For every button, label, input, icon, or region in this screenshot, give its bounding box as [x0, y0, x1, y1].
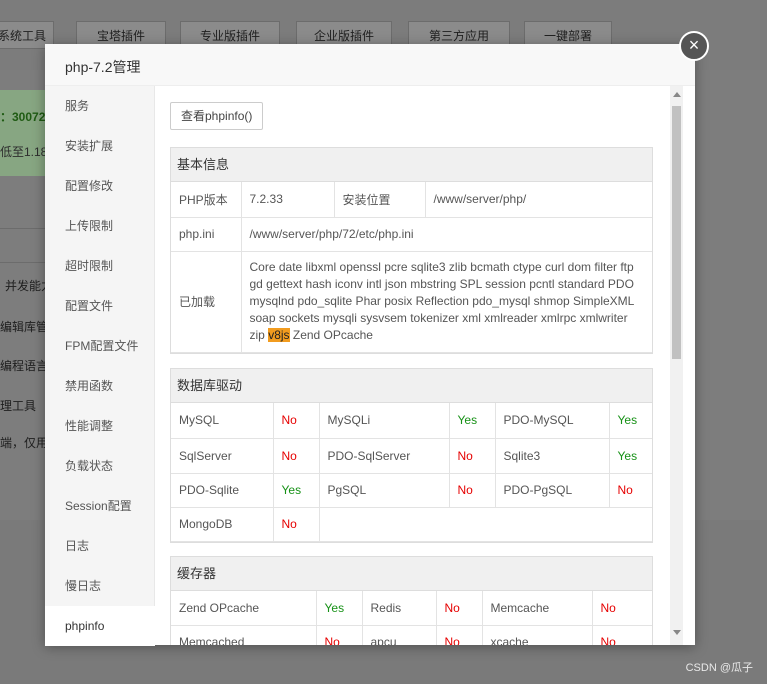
background-promo-value: ：30072	[0, 110, 46, 124]
driver-status: No	[272, 437, 320, 474]
cache-status: No	[315, 624, 363, 645]
cache-status: No	[435, 624, 483, 645]
sidebar-item-fpm-config[interactable]: FPM配置文件	[45, 326, 155, 366]
sidebar-item-install-extensions[interactable]: 安装扩展	[45, 126, 155, 166]
dialog-content: 查看phpinfo() 基本信息 PHP版本 7.2.33 安装位置 /www/…	[155, 86, 695, 645]
dialog-header: php-7.2管理	[45, 44, 695, 86]
basic-info-panel: 基本信息 PHP版本 7.2.33 安装位置 /www/server/php/ …	[170, 147, 653, 354]
driver-name: MySQL	[171, 403, 274, 439]
cache-name: Zend OPcache	[171, 591, 317, 626]
php-version-label: PHP版本	[171, 182, 242, 218]
sidebar-item-performance[interactable]: 性能调整	[45, 406, 155, 446]
sidebar-item-log[interactable]: 日志	[45, 526, 155, 566]
close-icon[interactable]: ×	[679, 31, 709, 61]
dialog-sidebar: 服务 安装扩展 配置修改 上传限制 超时限制 配置文件 FPM配置文件 禁用函数…	[45, 86, 155, 646]
driver-status: Yes	[448, 403, 496, 439]
highlighted-extension: v8js	[268, 328, 290, 342]
empty-cell	[318, 506, 652, 542]
sidebar-item-disabled-functions[interactable]: 禁用函数	[45, 366, 155, 406]
loaded-label: 已加载	[171, 250, 242, 353]
loaded-extensions: Core date libxml openssl pcre sqlite3 zl…	[240, 250, 652, 353]
sidebar-item-load-status[interactable]: 负载状态	[45, 446, 155, 486]
cache-name: Memcache	[481, 591, 593, 626]
sidebar-item-session-config[interactable]: Session配置	[45, 486, 155, 526]
driver-status: No	[448, 437, 496, 474]
driver-status: No	[448, 472, 496, 508]
install-path-value: /www/server/php/	[424, 182, 652, 218]
scrollbar-thumb[interactable]	[672, 106, 681, 359]
basic-info-table: PHP版本 7.2.33 安装位置 /www/server/php/ php.i…	[171, 182, 652, 353]
watermark: CSDN @瓜子	[685, 662, 753, 674]
driver-status: Yes	[272, 472, 320, 508]
driver-name: MySQLi	[318, 403, 450, 439]
dialog-title: php-7.2管理	[65, 59, 141, 75]
scroll-up-arrow-icon[interactable]	[673, 92, 681, 97]
ini-path-value: /www/server/php/72/etc/php.ini	[240, 216, 652, 252]
driver-status: Yes	[608, 437, 652, 474]
sidebar-item-upload-limit[interactable]: 上传限制	[45, 206, 155, 246]
driver-name: MongoDB	[171, 506, 274, 542]
loaded-extensions-tail: Zend OPcache	[292, 328, 373, 342]
cache-title: 缓存器	[171, 557, 652, 591]
driver-name: PDO-SqlServer	[318, 437, 450, 474]
cache-panel: 缓存器 Zend OPcache Yes Redis No Memcache N…	[170, 556, 653, 645]
cache-status: No	[435, 591, 483, 626]
driver-name: SqlServer	[171, 437, 274, 474]
driver-name: PgSQL	[318, 472, 450, 508]
basic-info-title: 基本信息	[171, 148, 652, 182]
driver-name: PDO-PgSQL	[494, 472, 610, 508]
cache-name: Memcached	[171, 624, 317, 645]
php-manage-dialog: php-7.2管理 服务 安装扩展 配置修改 上传限制 超时限制 配置文件 FP…	[45, 44, 695, 646]
driver-status: No	[272, 403, 320, 439]
bg-text: 编程语言	[0, 359, 49, 373]
sidebar-item-service[interactable]: 服务	[45, 86, 155, 126]
cache-name: xcache	[481, 624, 593, 645]
php-version-value: 7.2.33	[240, 182, 335, 218]
view-phpinfo-button[interactable]: 查看phpinfo()	[170, 102, 264, 130]
cache-status: No	[591, 591, 652, 626]
cache-table: Zend OPcache Yes Redis No Memcache No Me…	[171, 591, 652, 645]
db-drivers-title: 数据库驱动	[171, 369, 652, 403]
sidebar-item-slow-log[interactable]: 慢日志	[45, 566, 155, 606]
bg-text: 理工具	[0, 399, 37, 413]
ini-label: php.ini	[171, 216, 242, 252]
sidebar-item-config-file[interactable]: 配置文件	[45, 286, 155, 326]
driver-name: PDO-Sqlite	[171, 472, 274, 508]
sidebar-item-phpinfo[interactable]: phpinfo	[45, 606, 155, 646]
sidebar-item-config-edit[interactable]: 配置修改	[45, 166, 155, 206]
cache-name: apcu	[361, 624, 437, 645]
cache-status: No	[591, 624, 652, 645]
install-path-label: 安装位置	[333, 182, 426, 218]
sidebar-item-timeout-limit[interactable]: 超时限制	[45, 246, 155, 286]
driver-status: No	[608, 472, 652, 508]
content-scrollbar[interactable]	[670, 86, 683, 645]
driver-status: No	[272, 506, 320, 542]
driver-status: Yes	[608, 403, 652, 439]
db-drivers-table: MySQL No MySQLi Yes PDO-MySQL Yes SqlSer…	[171, 403, 652, 542]
driver-name: PDO-MySQL	[494, 403, 610, 439]
cache-name: Redis	[361, 591, 437, 626]
cache-status: Yes	[315, 591, 363, 626]
driver-name: Sqlite3	[494, 437, 610, 474]
db-drivers-panel: 数据库驱动 MySQL No MySQLi Yes PDO-MySQL Yes …	[170, 368, 653, 543]
scroll-down-arrow-icon[interactable]	[673, 630, 681, 635]
